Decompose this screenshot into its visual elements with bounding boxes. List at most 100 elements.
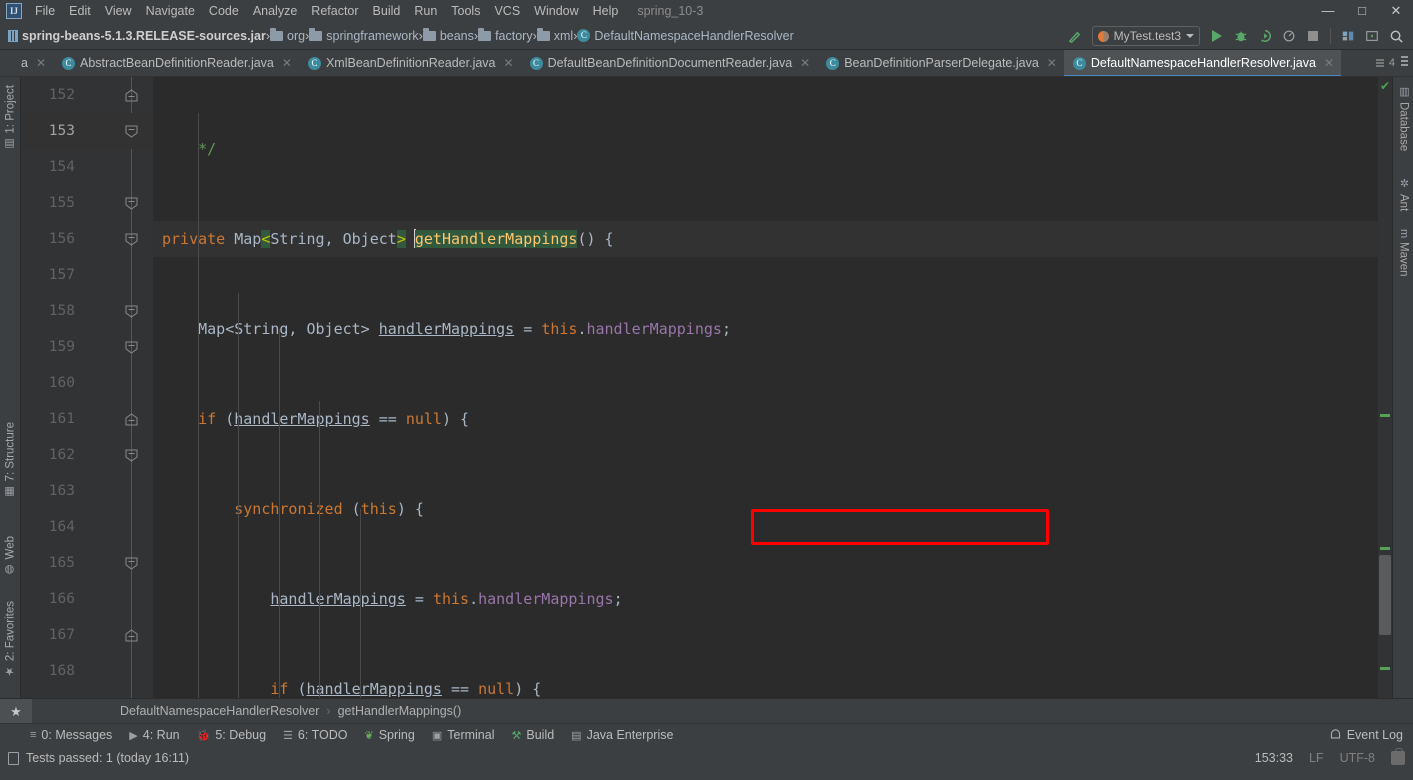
menu-window[interactable]: Window <box>527 2 585 20</box>
gutter-line[interactable]: 165 <box>21 545 153 581</box>
inspection-status-icon[interactable]: ✔ <box>1380 79 1390 93</box>
fold-marker-end[interactable] <box>125 628 138 642</box>
tab-overflow-button[interactable]: 4 <box>1375 57 1395 69</box>
close-icon[interactable]: ✕ <box>36 56 46 70</box>
fold-marker-start[interactable] <box>125 449 138 462</box>
gutter-line[interactable]: 156 <box>21 221 153 257</box>
close-icon[interactable]: ✕ <box>282 56 292 70</box>
close-icon[interactable]: ✕ <box>800 56 810 70</box>
close-button[interactable]: ✕ <box>1379 0 1413 22</box>
tab-defaultbeandefinitiondocumentreader[interactable]: C DefaultBeanDefinitionDocumentReader.jav… <box>521 50 818 76</box>
menu-code[interactable]: Code <box>202 2 246 20</box>
toolwindow-debug[interactable]: 🐞 5: Debug <box>197 728 266 742</box>
menu-refactor[interactable]: Refactor <box>304 2 365 20</box>
gutter-line[interactable]: 168 <box>21 653 153 689</box>
tab-defaultnamespacehandlerresolver[interactable]: C DefaultNamespaceHandlerResolver.java ✕ <box>1063 50 1342 76</box>
menu-help[interactable]: Help <box>586 2 626 20</box>
gutter-line[interactable]: 163 <box>21 473 153 509</box>
menu-vcs[interactable]: VCS <box>487 2 527 20</box>
gutter-line[interactable]: 157 <box>21 257 153 293</box>
stop-icon[interactable] <box>1302 25 1324 47</box>
gutter-line[interactable]: 166 <box>21 581 153 617</box>
close-icon[interactable]: ✕ <box>1324 56 1334 70</box>
gutter-line[interactable]: 155 <box>21 185 153 221</box>
caret-position[interactable]: 153:33 <box>1255 751 1293 765</box>
breadcrumb-item-4[interactable]: factory <box>478 27 533 43</box>
close-icon[interactable]: ✕ <box>504 56 514 70</box>
run-with-coverage-icon[interactable] <box>1254 25 1276 47</box>
menu-file[interactable]: File <box>28 2 62 20</box>
gutter-line[interactable]: 152 <box>21 77 153 113</box>
breadcrumb-item-3[interactable]: beans <box>422 27 474 43</box>
fold-marker-start[interactable] <box>125 341 138 354</box>
menu-view[interactable]: View <box>98 2 139 20</box>
toolwindow-build[interactable]: ⚒ Build <box>512 728 555 742</box>
breadcrumb-item-1[interactable]: org <box>270 27 305 43</box>
editor-marker-bar[interactable]: ✔ <box>1378 77 1392 698</box>
sidebar-item-database[interactable]: ▥ Database <box>1393 81 1413 155</box>
breadcrumb-item-0[interactable]: spring-beans-5.1.3.RELEASE-sources.jar <box>8 29 266 43</box>
toolwindow-messages[interactable]: ≡ 0: Messages <box>30 728 112 742</box>
fold-marker-start[interactable] <box>125 557 138 570</box>
sidebar-item-project[interactable]: ▤ 1: Project <box>0 81 21 155</box>
gutter-line[interactable]: 154 <box>21 149 153 185</box>
tabs-list-icon[interactable] <box>1399 54 1410 73</box>
fold-marker-start[interactable] <box>125 233 138 246</box>
breadcrumb-item-2[interactable]: springframework <box>309 27 419 43</box>
debug-icon[interactable] <box>1230 25 1252 47</box>
gutter-line[interactable]: 158 <box>21 293 153 329</box>
gutter-line[interactable]: 164 <box>21 509 153 545</box>
tab-xmlbeandefinitionreader[interactable]: C XmlBeanDefinitionReader.java ✕ <box>299 50 521 76</box>
sidebar-item-favorites[interactable]: ★ 2: Favorites <box>0 597 21 682</box>
fold-marker-start[interactable] <box>125 125 138 138</box>
fold-marker-end[interactable] <box>125 412 138 426</box>
run-icon[interactable] <box>1206 25 1228 47</box>
gutter-line[interactable]: 159 <box>21 329 153 365</box>
breadcrumb-item-5[interactable]: xml <box>536 27 573 43</box>
menu-build[interactable]: Build <box>366 2 408 20</box>
tab-a[interactable]: a ✕ <box>21 50 53 76</box>
breadcrumb-method[interactable]: getHandlerMappings() <box>338 704 462 718</box>
event-log-button[interactable]: Event Log <box>1329 728 1403 742</box>
editor-scrollbar-thumb[interactable] <box>1379 555 1391 635</box>
breadcrumb-class[interactable]: DefaultNamespaceHandlerResolver <box>120 704 319 718</box>
gutter-line[interactable]: 167 <box>21 617 153 653</box>
toolwindow-todo[interactable]: ☰ 6: TODO <box>283 728 347 742</box>
line-separator[interactable]: LF <box>1309 751 1324 765</box>
fold-marker-end[interactable] <box>125 88 138 102</box>
toolwindow-spring[interactable]: ❦ Spring <box>364 728 414 742</box>
lock-icon[interactable] <box>1391 748 1405 765</box>
search-everywhere-icon[interactable] <box>1385 25 1407 47</box>
menu-edit[interactable]: Edit <box>62 2 98 20</box>
menu-navigate[interactable]: Navigate <box>139 2 202 20</box>
breadcrumb-item-6[interactable]: C DefaultNamespaceHandlerResolver <box>577 29 794 43</box>
editor-code-area[interactable]: */ private Map<String, Object> getHandle… <box>153 77 1378 698</box>
gutter-line[interactable]: 153 <box>21 113 153 149</box>
tab-beandefinitionparserdelegate[interactable]: C BeanDefinitionParserDelegate.java ✕ <box>817 50 1064 76</box>
gutter-line[interactable]: 161 <box>21 401 153 437</box>
minimize-button[interactable]: — <box>1311 0 1345 22</box>
menu-tools[interactable]: Tools <box>444 2 487 20</box>
file-encoding[interactable]: UTF-8 <box>1340 751 1375 765</box>
fold-marker-start[interactable] <box>125 197 138 210</box>
toolwindow-java-enterprise[interactable]: ▤ Java Enterprise <box>571 728 673 742</box>
sidebar-item-structure[interactable]: ▦ 7: Structure <box>0 418 21 502</box>
run-configuration-selector[interactable]: MyTest.test3 <box>1091 26 1200 46</box>
menu-analyze[interactable]: Analyze <box>246 2 304 20</box>
sidebar-item-maven[interactable]: m Maven <box>1393 225 1413 281</box>
fold-marker-start[interactable] <box>125 305 138 318</box>
maximize-button[interactable]: □ <box>1345 0 1379 22</box>
select-opened-file-icon[interactable] <box>1337 25 1359 47</box>
bookmark-star-icon[interactable]: ★ <box>0 698 32 724</box>
toolwindow-terminal[interactable]: ▣ Terminal <box>432 728 495 742</box>
menu-run[interactable]: Run <box>407 2 444 20</box>
toolwindow-run[interactable]: ▶ 4: Run <box>129 728 179 742</box>
restore-layout-icon[interactable] <box>1361 25 1383 47</box>
editor-gutter[interactable]: 152 153 154 155 156 157 158 159 160 161 162 163 164 1… <box>21 77 153 698</box>
sidebar-item-ant[interactable]: ✲ Ant <box>1393 173 1413 215</box>
sidebar-item-web[interactable]: ◍ Web <box>0 532 21 580</box>
gutter-line[interactable]: 162 <box>21 437 153 473</box>
tab-abstractbeandefinitionreader[interactable]: C AbstractBeanDefinitionReader.java ✕ <box>53 50 299 76</box>
hammer-build-icon[interactable] <box>1064 25 1086 47</box>
profile-icon[interactable] <box>1278 25 1300 47</box>
